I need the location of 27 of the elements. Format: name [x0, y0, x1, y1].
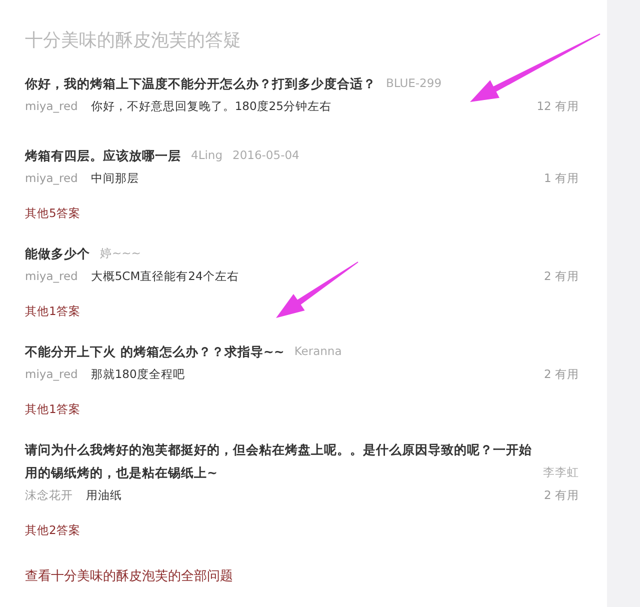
- question-text[interactable]: 你好，我的烤箱上下温度不能分开怎么办？打到多少度合适？: [25, 72, 376, 95]
- answerer-name: miya_red: [25, 268, 78, 285]
- asker-name: Keranna: [294, 343, 342, 360]
- answerer-name: miya_red: [25, 98, 78, 115]
- answer-text: 你好，不好意思回复晚了。180度25分钟左右: [90, 98, 332, 115]
- answer-text: 中间那层: [90, 170, 140, 187]
- question-text[interactable]: 不能分开上下火 的烤箱怎么办？？求指导~~: [25, 340, 284, 363]
- more-answers-link[interactable]: 其他1答案: [25, 402, 80, 416]
- asker-name: 婷~~~: [100, 245, 141, 262]
- answerer-name: 沫念花开: [25, 487, 73, 504]
- answerer-name: miya_red: [25, 366, 78, 383]
- asker-name: 4Ling: [191, 147, 223, 164]
- answer-text: 大概5CM直径能有24个左右: [90, 268, 240, 285]
- section-title: 十分美味的酥皮泡芙的答疑: [25, 29, 242, 53]
- more-answers-link[interactable]: 其他2答案: [25, 523, 80, 537]
- question-text[interactable]: 烤箱有四层。应该放哪一层: [25, 144, 181, 167]
- asker-name: 李李虹: [543, 464, 579, 481]
- question-text[interactable]: 请问为什么我烤好的泡芙都挺好的，但会粘在烤盘上呢。。是什么原因导致的呢？一开始用的锡纸烤的，也是粘在锡纸上~: [25, 438, 533, 484]
- answerer-name: miya_red: [25, 170, 78, 187]
- more-answers-link[interactable]: 其他1答案: [25, 304, 80, 318]
- more-answers-link[interactable]: 其他5答案: [25, 206, 80, 220]
- all-questions-link[interactable]: 查看十分美味的酥皮泡芙的全部问题: [25, 569, 233, 584]
- question-text[interactable]: 能做多少个: [25, 242, 90, 265]
- answer-text: 用油纸: [86, 487, 123, 504]
- asker-name: BLUE-299: [386, 75, 442, 92]
- question-date: 2016-05-04: [232, 147, 300, 164]
- answer-text: 那就180度全程吧: [90, 366, 186, 383]
